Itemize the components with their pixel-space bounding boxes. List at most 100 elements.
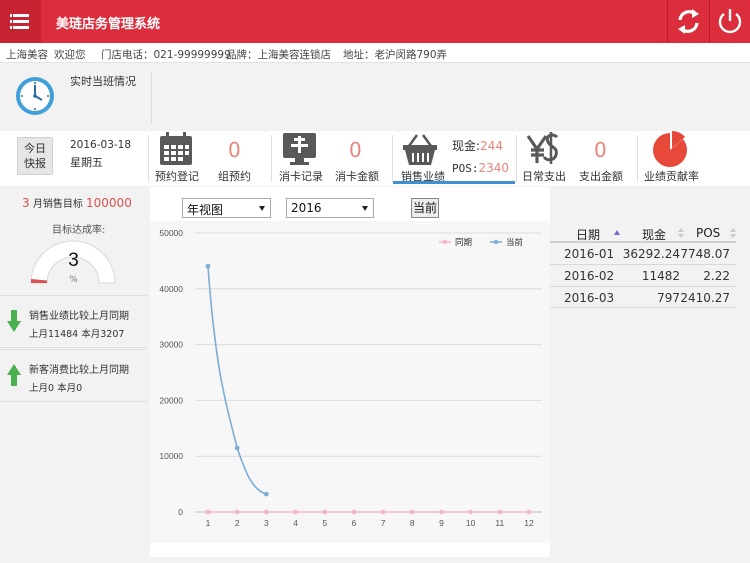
y-tick-label: 30000 [159, 340, 183, 350]
data-point [497, 509, 503, 515]
view-select-value: 年视图 [187, 203, 224, 217]
x-tick-label: 11 [495, 518, 504, 528]
menu-button[interactable] [0, 0, 41, 43]
menu-icon-dot [10, 20, 12, 23]
sales-compare-title: 销售业绩比较上月同期 [29, 311, 129, 322]
sales-line-chart: 010000200003000040000500001 2 3 4 5 6 7 8 9 10 11 1… [150, 221, 550, 543]
x-tick-label: 4 [293, 518, 298, 528]
cell-pos: 2.22 [703, 269, 730, 283]
cell-cash: 36292.24 [622, 247, 680, 261]
group-appointment-value: 0 [228, 138, 241, 162]
legend-marker [442, 239, 448, 245]
legend-marker [493, 239, 499, 245]
power-button[interactable] [710, 0, 750, 43]
x-tick-label: 6 [352, 518, 357, 528]
cell-pos: 7748.07 [680, 247, 730, 261]
refresh-button[interactable] [668, 0, 709, 43]
data-point [526, 509, 532, 515]
rate-unit: % [69, 275, 78, 285]
table-row: 2016-03 797 2410.27 [550, 286, 736, 308]
shift-status-panel: 实时当班情况 [0, 64, 750, 130]
left-summary-panel: 3 月销售目标 100000 目标达成率: 3 % 销售业绩比较上月同期 上月1… [0, 187, 147, 563]
expense-amount-label[interactable]: 支出金额 [579, 168, 623, 184]
chart-background [150, 221, 550, 543]
cell-cash: 797 [657, 291, 680, 305]
expense-label[interactable]: 日常支出 [522, 168, 566, 184]
sales-compare-card: 销售业绩比较上月同期 上月11484 本月3207 [0, 295, 147, 348]
sales-compare-detail: 上月11484 本月3207 [29, 329, 125, 340]
x-tick-label: 2 [235, 518, 240, 528]
contribution-label[interactable]: 业绩贡献率 [644, 168, 699, 184]
x-tick-label: 3 [264, 518, 269, 528]
pie-chart-icon [653, 130, 687, 167]
badge-line1: 今日 [24, 142, 46, 155]
current-weekday: 星期五 [70, 156, 103, 169]
x-tick-label: 8 [410, 518, 415, 528]
monitor-icon [283, 133, 316, 165]
active-tab-indicator [393, 181, 515, 184]
chevron-down-icon [259, 206, 265, 211]
year-select[interactable]: 2016 [286, 198, 374, 218]
y-tick-label: 20000 [159, 395, 183, 405]
sort-icon[interactable] [678, 228, 684, 238]
target-value: 100000 [86, 196, 132, 210]
divider [271, 135, 272, 182]
data-point [263, 509, 269, 515]
chevron-down-icon [362, 206, 368, 211]
menu-icon-bar [13, 26, 29, 29]
current-date: 2016-03-18 [70, 139, 132, 151]
clock-icon[interactable] [14, 75, 56, 117]
sort-asc-icon[interactable] [614, 229, 620, 239]
rate-value: 3 [68, 250, 79, 271]
shop-name: 上海美容 [6, 49, 48, 61]
card-amount-label[interactable]: 消卡金额 [335, 168, 379, 184]
power-icon [718, 9, 742, 34]
cell-date: 2016-01 [564, 247, 615, 261]
data-point [263, 491, 269, 497]
divider [148, 135, 149, 182]
legend-label: 同期 [455, 238, 472, 248]
x-tick-label: 10 [466, 518, 476, 528]
arrow-down-icon [7, 310, 21, 332]
legend-label: 当前 [506, 237, 524, 248]
data-point [205, 509, 211, 515]
view-select[interactable]: 年视图 [182, 198, 271, 218]
x-tick-label: 5 [322, 518, 327, 528]
card-record-label[interactable]: 消卡记录 [279, 168, 323, 184]
address-text: 地址：老沪闵路790弄 [343, 49, 448, 61]
data-point [351, 509, 357, 515]
refresh-icon [678, 9, 699, 34]
new-customer-compare-detail: 上月0 本月0 [29, 383, 83, 394]
cell-date: 2016-02 [564, 269, 615, 283]
data-point [322, 509, 328, 515]
data-point [380, 509, 386, 515]
app-title: 美琏店务管理系统 [56, 17, 161, 32]
pos-label: POS: [452, 162, 479, 175]
year-select-value: 2016 [291, 201, 322, 215]
data-point [439, 509, 444, 515]
x-tick-label: 12 [524, 518, 534, 528]
expense-amount-value: 0 [594, 138, 607, 162]
menu-icon-dot [10, 26, 12, 29]
data-point [468, 509, 474, 515]
pos-value: 2340 [478, 161, 510, 175]
sort-icon[interactable] [730, 228, 736, 238]
menu-icon [10, 14, 12, 17]
calendar-icon [160, 132, 192, 165]
cash-line: 现金:244 [452, 137, 503, 154]
rate-label: 目标达成率: [52, 225, 106, 236]
table-row: 2016-01 36292.24 7748.07 [550, 241, 736, 263]
store-info-bar: 上海美容 欢迎您 门店电话：021-99999999 品牌：上海美容连锁店 地址… [0, 43, 750, 63]
target-month: 3 [22, 196, 30, 210]
badge-line2: 快报 [24, 157, 46, 170]
new-customer-compare-title: 新客消费比较上月同期 [29, 365, 129, 376]
appointment-label[interactable]: 预约登记 [155, 168, 199, 184]
y-tick-label: 10000 [159, 451, 183, 461]
data-point [409, 509, 415, 515]
col-header-pos[interactable]: POS [696, 226, 720, 240]
group-appointment-label[interactable]: 组预约 [218, 168, 251, 184]
today-report-button[interactable]: 今日 快报 [17, 137, 53, 175]
target-text: 月销售目标 [32, 199, 83, 210]
arrow-up-icon [7, 364, 21, 386]
current-button[interactable]: 当前 [411, 198, 439, 218]
